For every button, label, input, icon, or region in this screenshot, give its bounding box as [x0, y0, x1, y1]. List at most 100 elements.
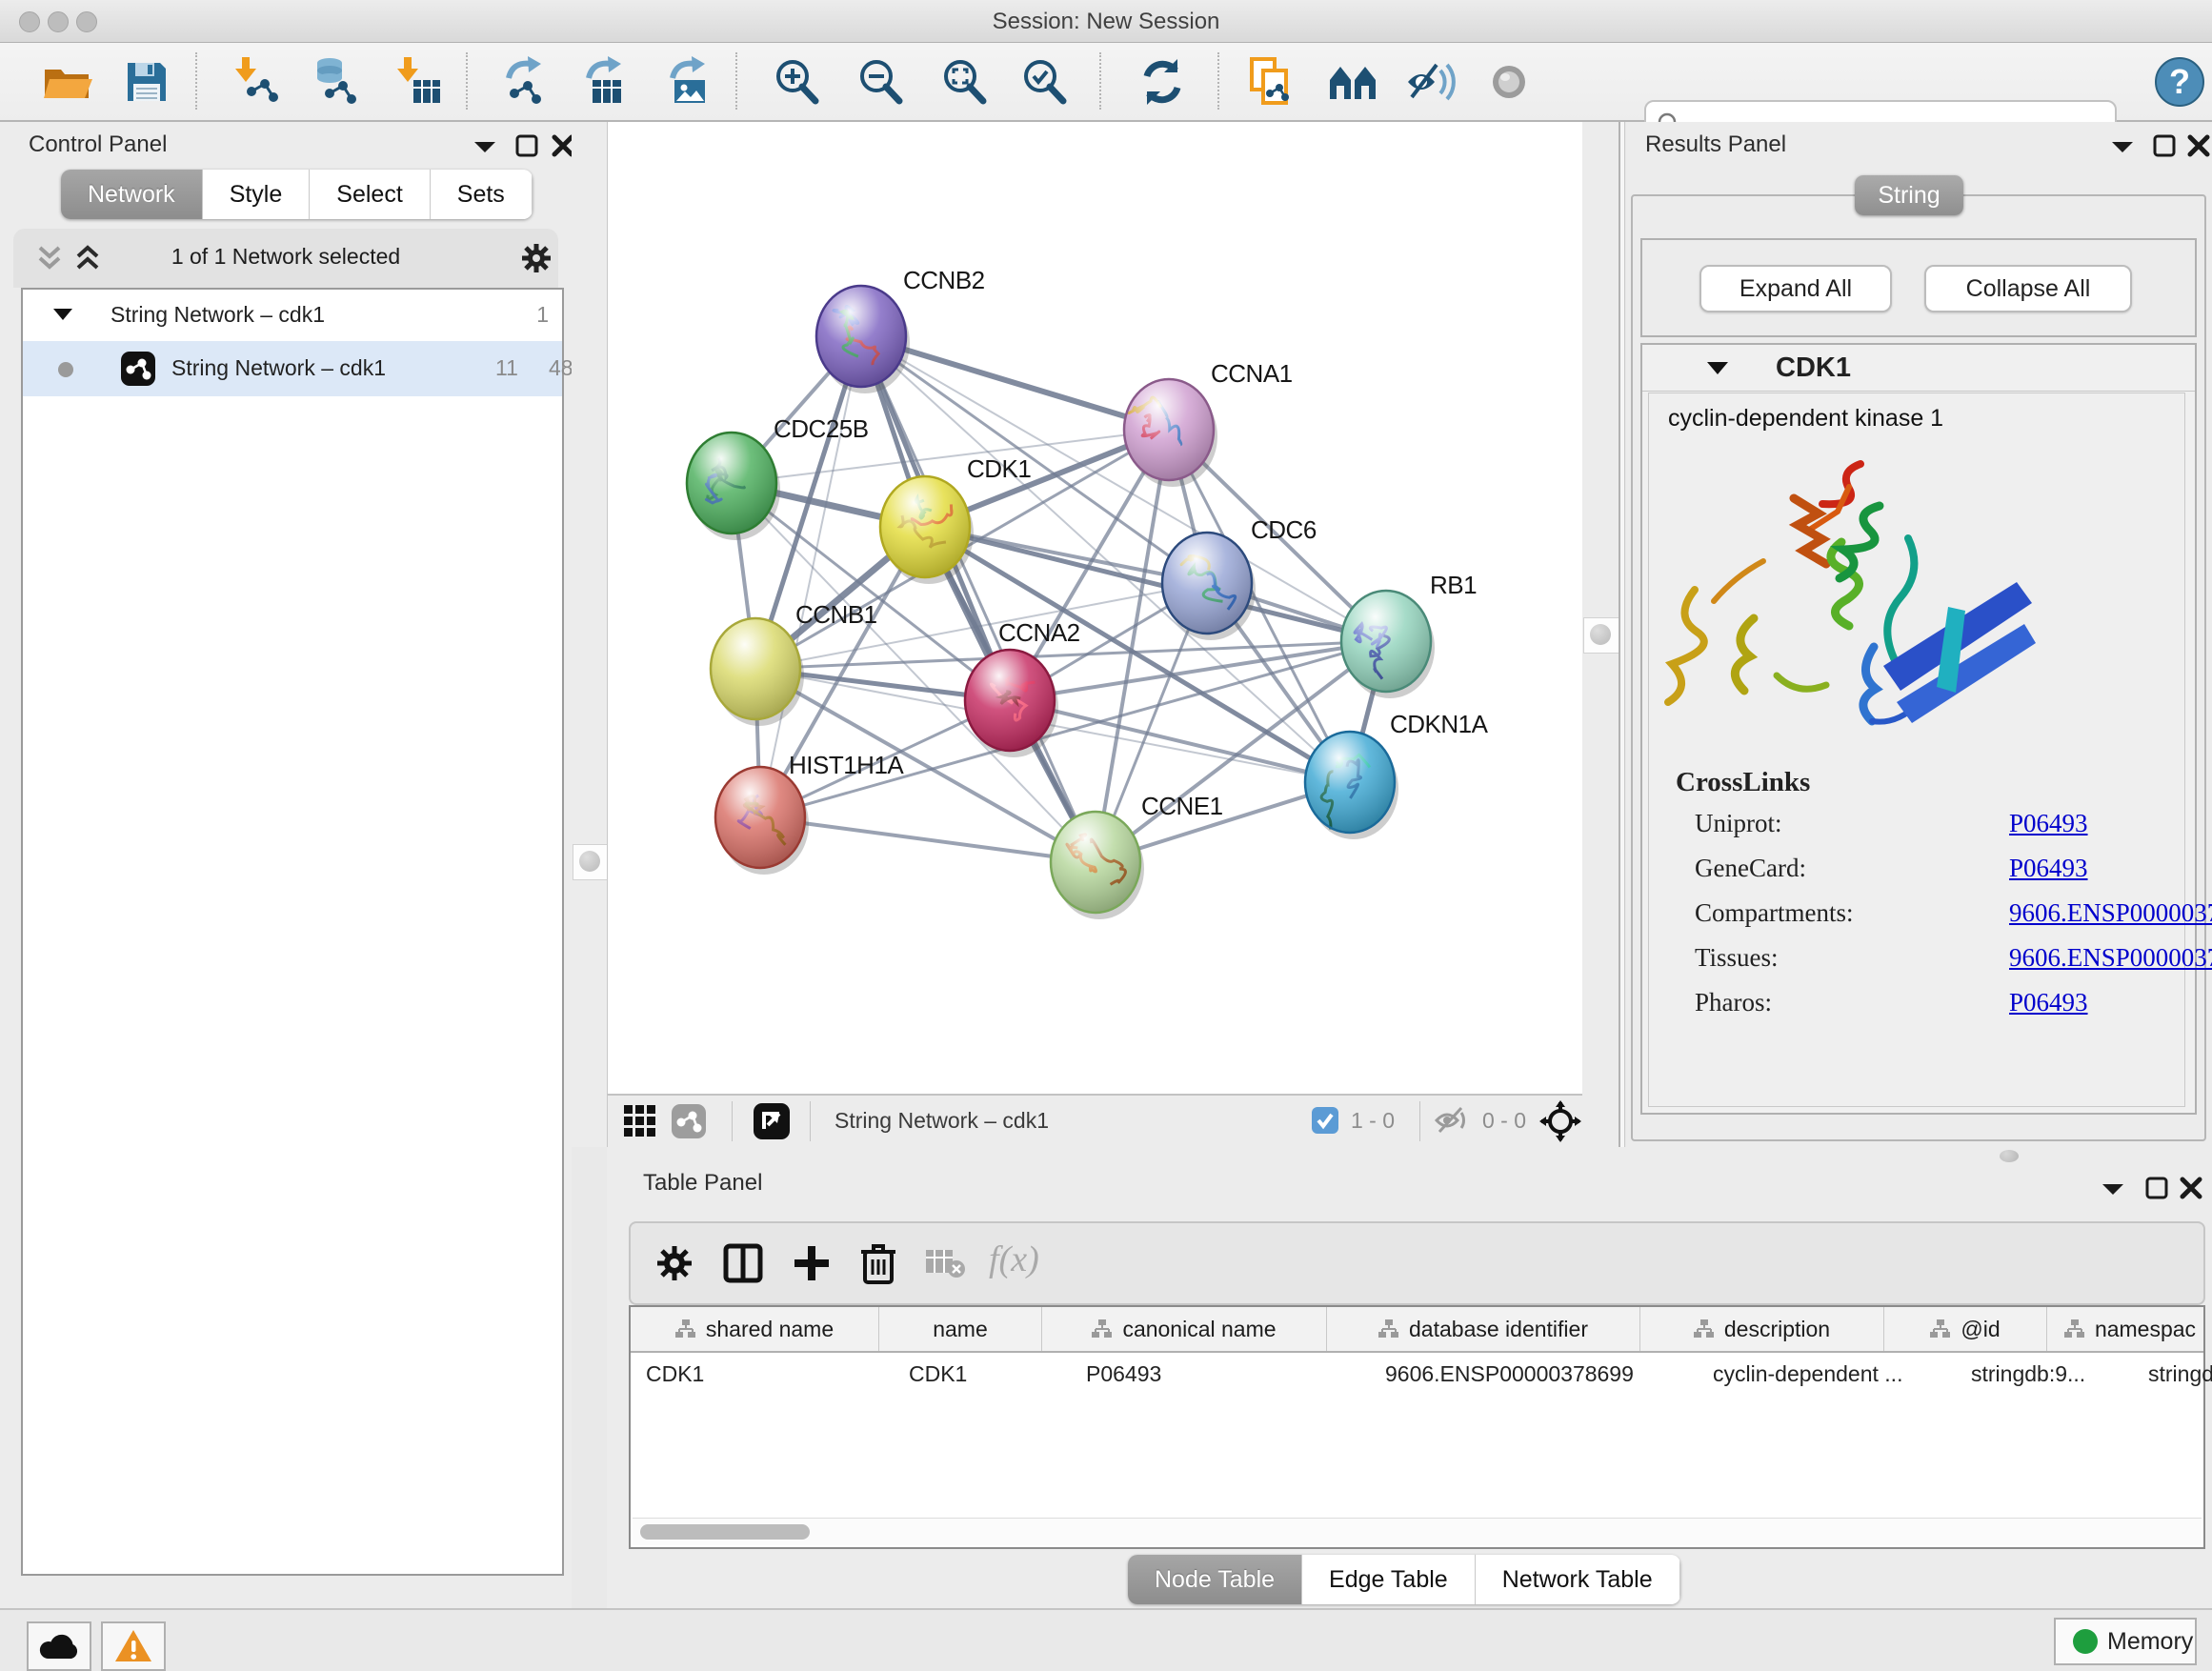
crosslink-genecard-link[interactable]: P06493: [2009, 854, 2088, 883]
results-panel-float-icon[interactable]: [2152, 133, 2177, 158]
tab-network[interactable]: Network: [61, 170, 203, 219]
table-horizontal-scrollbar[interactable]: [633, 1518, 2202, 1545]
tab-network-table[interactable]: Network Table: [1476, 1555, 1680, 1604]
import-table-icon[interactable]: [391, 55, 444, 109]
zoom-fit-icon[interactable]: [937, 55, 991, 109]
network-node-CDKN1A[interactable]: CDKN1A: [1305, 710, 1489, 839]
tab-style[interactable]: Style: [203, 170, 311, 219]
selected-nodes-checkbox-icon[interactable]: [1311, 1106, 1339, 1135]
open-session-icon[interactable]: [40, 55, 93, 109]
table-cell[interactable]: stringdb: [2133, 1353, 2212, 1395]
import-network-icon[interactable]: [229, 55, 282, 109]
table-cell[interactable]: P06493: [1071, 1353, 1370, 1395]
table-cell[interactable]: 9606.ENSP00000378699: [1370, 1353, 1698, 1395]
delete-column-trash-icon[interactable]: [857, 1240, 899, 1286]
hide-selected-icon[interactable]: [1404, 55, 1458, 109]
column-header-name[interactable]: name: [879, 1307, 1042, 1351]
export-network-icon[interactable]: [499, 55, 553, 109]
table-panel-collapse-icon[interactable]: [2101, 1181, 2125, 1197]
network-edge-CCNB2-HIST1H1A[interactable]: [760, 336, 861, 817]
network-node-HIST1H1A[interactable]: HIST1H1A: [715, 751, 904, 875]
memory-button[interactable]: Memory: [2054, 1618, 2197, 1665]
table-cell[interactable]: cyclin-dependent ...: [1698, 1353, 1956, 1395]
entry-header[interactable]: CDK1: [1642, 345, 2195, 392]
refresh-layout-icon[interactable]: [1136, 55, 1189, 109]
network-node-CCNE1[interactable]: CCNE1: [1051, 792, 1223, 919]
zoom-in-icon[interactable]: [770, 55, 823, 109]
crosslink-uniprot-link[interactable]: P06493: [2009, 809, 2088, 838]
right-splitter-handle[interactable]: [1583, 617, 1619, 654]
crosslink-pharos-link[interactable]: P06493: [2009, 988, 2088, 1017]
column-header-shared-name[interactable]: shared name: [631, 1307, 879, 1351]
tab-sets[interactable]: Sets: [431, 170, 533, 219]
results-panel-collapse-icon[interactable]: [2110, 139, 2135, 154]
column-header--id[interactable]: @id: [1884, 1307, 2047, 1351]
control-panel-tabs: NetworkStyleSelectSets: [61, 170, 533, 219]
tab-edge-table[interactable]: Edge Table: [1302, 1555, 1476, 1604]
table-cell[interactable]: CDK1: [894, 1353, 1071, 1395]
table-panel-close-icon[interactable]: [2179, 1176, 2203, 1200]
network-node-CCNB1[interactable]: CCNB1: [711, 600, 877, 726]
horizontal-splitter-handle[interactable]: [2000, 1150, 2019, 1162]
export-table-icon[interactable]: [579, 55, 633, 109]
zoom-out-icon[interactable]: [854, 55, 907, 109]
results-panel-close-icon[interactable]: [2186, 133, 2211, 158]
node-result-entry: CDK1 cyclin-dependent kinase 1: [1640, 343, 2197, 1115]
column-header-namespac[interactable]: namespac: [2047, 1307, 2212, 1351]
create-column-plus-icon[interactable]: [791, 1242, 833, 1284]
tab-node-table[interactable]: Node Table: [1128, 1555, 1302, 1604]
network-row-selected[interactable]: String Network – cdk1 11 48: [23, 341, 562, 396]
network-node-RB1[interactable]: RB1: [1341, 571, 1477, 698]
left-splitter[interactable]: [572, 122, 607, 1147]
table-cell[interactable]: CDK1: [631, 1353, 894, 1395]
network-edge-HIST1H1A-CCNE1[interactable]: [760, 817, 1096, 862]
first-neighbors-icon[interactable]: [1326, 55, 1379, 109]
status-separator: [1419, 1101, 1420, 1141]
collapse-all-button[interactable]: Collapse All: [1924, 265, 2132, 312]
expand-all-button[interactable]: Expand All: [1699, 265, 1892, 312]
network-options-gear-icon[interactable]: [520, 242, 553, 274]
network-collection-row[interactable]: String Network – cdk1 1: [23, 290, 562, 341]
network-node-CDC6[interactable]: CDC6: [1162, 515, 1317, 640]
left-splitter-handle[interactable]: [573, 844, 609, 880]
network-edge-CCNB2-CCNE1[interactable]: [861, 336, 1096, 862]
horizontal-splitter[interactable]: [607, 1147, 2212, 1164]
save-session-icon[interactable]: [120, 55, 173, 109]
right-splitter[interactable]: [1582, 122, 1619, 1147]
control-panel-collapse-icon[interactable]: [473, 139, 497, 154]
crosslink-tissues-link[interactable]: 9606.ENSP00000378699: [2009, 943, 2212, 973]
fit-content-crosshair-icon[interactable]: [1539, 1100, 1581, 1142]
table-panel-float-icon[interactable]: [2144, 1176, 2169, 1200]
scrollbar-thumb[interactable]: [640, 1524, 810, 1540]
show-columns-icon[interactable]: [722, 1242, 764, 1284]
network-node-CCNB2[interactable]: CCNB2: [816, 266, 985, 393]
tab-select[interactable]: Select: [310, 170, 430, 219]
cloud-status-button[interactable]: [27, 1621, 91, 1671]
network-node-CDC25B[interactable]: CDC25B: [687, 414, 869, 540]
export-image-icon[interactable]: [663, 55, 716, 109]
entry-expander-icon[interactable]: [1705, 360, 1730, 376]
network-node-CDK1[interactable]: CDK1: [880, 454, 1031, 584]
network-canvas[interactable]: CCNB2CCNA1CDC25BCDK1CDC6RB1CCNB1CCNA2CDK…: [607, 122, 1583, 1094]
collection-expander-icon[interactable]: [51, 307, 74, 322]
import-network-from-database-icon[interactable]: [309, 55, 362, 109]
table-settings-gear-icon[interactable]: [655, 1244, 694, 1282]
crosslink-compartments-link[interactable]: 9606.ENSP00000378699: [2009, 898, 2212, 928]
birds-eye-view-icon[interactable]: [753, 1102, 791, 1140]
warning-status-button[interactable]: [101, 1621, 166, 1671]
delete-table-icon[interactable]: [924, 1246, 966, 1280]
duplicate-network-icon[interactable]: [1244, 55, 1297, 109]
control-panel-float-icon[interactable]: [514, 133, 539, 158]
network-view-icon[interactable]: [671, 1103, 707, 1139]
column-header-description[interactable]: description: [1640, 1307, 1884, 1351]
hidden-items-eye-icon[interactable]: [1435, 1105, 1473, 1136]
help-icon[interactable]: ?: [2153, 55, 2206, 109]
tab-string[interactable]: String: [1855, 175, 1963, 215]
grid-view-icon[interactable]: [623, 1104, 657, 1138]
lens-icon[interactable]: [1482, 55, 1536, 109]
table-cell[interactable]: stringdb:9...: [1956, 1353, 2133, 1395]
function-builder-icon[interactable]: f(x): [989, 1238, 1039, 1280]
column-header-canonical-name[interactable]: canonical name: [1042, 1307, 1327, 1351]
column-header-database-identifier[interactable]: database identifier: [1327, 1307, 1640, 1351]
zoom-selected-icon[interactable]: [1017, 55, 1071, 109]
